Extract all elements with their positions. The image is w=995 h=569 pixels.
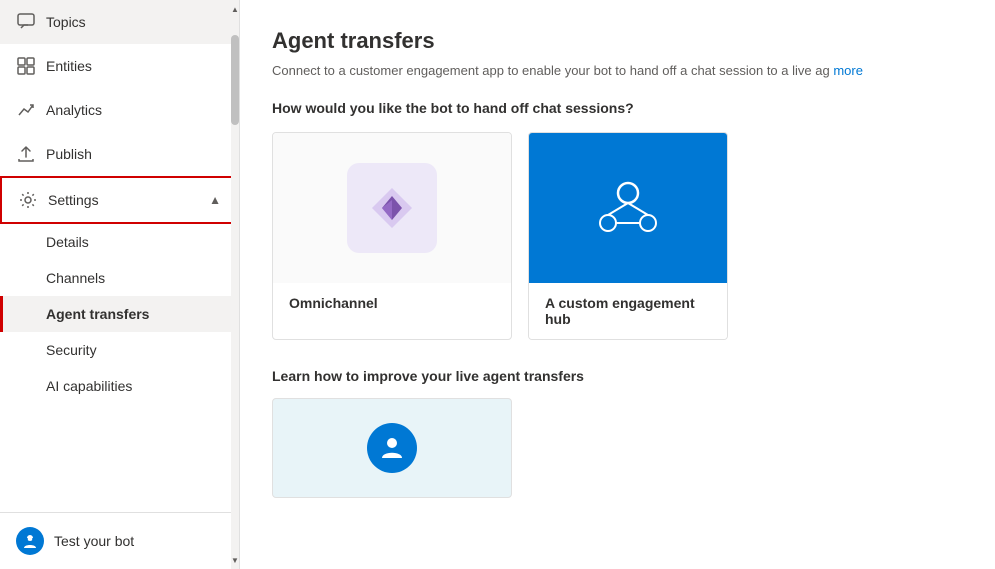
sidebar-sub-security-label: Security	[46, 342, 97, 358]
sidebar-item-settings-label: Settings	[48, 192, 99, 208]
settings-chevron-icon: ▲	[209, 193, 221, 207]
sidebar-sub-item-security[interactable]: Security	[0, 332, 239, 368]
scrollbar-thumb[interactable]	[231, 35, 239, 125]
learn-section-title: Learn how to improve your live agent tra…	[272, 368, 963, 384]
sidebar-item-test-bot[interactable]: Test your bot	[0, 513, 239, 569]
gear-icon	[18, 190, 38, 210]
omnichannel-icon-area	[273, 133, 511, 283]
page-title: Agent transfers	[272, 28, 963, 54]
custom-hub-card[interactable]: A custom engagement hub	[528, 132, 728, 340]
scroll-up-arrow[interactable]: ▲	[231, 0, 239, 18]
sidebar-sub-item-details[interactable]: Details	[0, 224, 239, 260]
cards-row: Omnichannel A custom engagement hub	[272, 132, 963, 340]
sidebar-sub-details-label: Details	[46, 234, 89, 250]
sidebar-item-topics-label: Topics	[46, 14, 86, 30]
sidebar-sub-ai-label: AI capabilities	[46, 378, 132, 394]
test-bot-label: Test your bot	[54, 533, 134, 549]
sidebar-item-analytics-label: Analytics	[46, 102, 102, 118]
sidebar-item-entities[interactable]: Entities	[0, 44, 239, 88]
page-subtitle: Connect to a customer engagement app to …	[272, 62, 963, 80]
sidebar-bottom: Test your bot	[0, 512, 239, 569]
sidebar-item-publish[interactable]: Publish	[0, 132, 239, 176]
sidebar-item-settings[interactable]: Settings ▲	[0, 176, 239, 224]
how-section-title: How would you like the bot to hand off c…	[272, 100, 963, 116]
omnichannel-card[interactable]: Omnichannel	[272, 132, 512, 340]
test-bot-avatar	[16, 527, 44, 555]
sidebar-sub-item-channels[interactable]: Channels	[0, 260, 239, 296]
omnichannel-label: Omnichannel	[273, 283, 511, 323]
sidebar: Topics Entities Analytics	[0, 0, 240, 569]
sidebar-item-entities-label: Entities	[46, 58, 92, 74]
learn-card[interactable]	[272, 398, 512, 498]
learn-icon	[367, 423, 417, 473]
omnichannel-logo	[347, 163, 437, 253]
subtitle-more-link[interactable]: more	[833, 63, 863, 78]
analytics-icon	[16, 100, 36, 120]
sidebar-sub-channels-label: Channels	[46, 270, 105, 286]
sidebar-sub-item-agent-transfers[interactable]: Agent transfers	[0, 296, 239, 332]
scrollbar-track: ▲ ▼	[231, 0, 239, 569]
custom-hub-icon-area	[529, 133, 727, 283]
publish-icon	[16, 144, 36, 164]
learn-cards-row	[272, 398, 963, 498]
main-content: Agent transfers Connect to a customer en…	[240, 0, 995, 569]
subtitle-text: Connect to a customer engagement app to …	[272, 63, 830, 78]
sidebar-item-topics[interactable]: Topics	[0, 0, 239, 44]
scroll-down-arrow[interactable]: ▼	[231, 551, 239, 569]
sidebar-sub-agent-transfers-label: Agent transfers	[46, 306, 149, 322]
sidebar-item-publish-label: Publish	[46, 146, 92, 162]
sidebar-sub-item-ai-capabilities[interactable]: AI capabilities	[0, 368, 239, 404]
sidebar-scroll: Topics Entities Analytics	[0, 0, 239, 512]
custom-hub-label: A custom engagement hub	[529, 283, 727, 339]
grid-icon	[16, 56, 36, 76]
sidebar-item-analytics[interactable]: Analytics	[0, 88, 239, 132]
speech-bubble-icon	[16, 12, 36, 32]
